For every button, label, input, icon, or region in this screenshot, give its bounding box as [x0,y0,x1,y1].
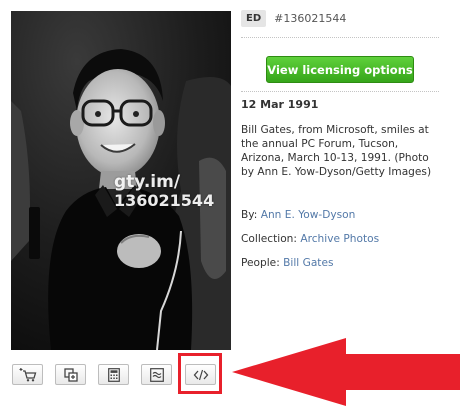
similar-images-button[interactable] [141,364,172,385]
price-calculator-button[interactable] [98,364,129,385]
watermark-id: 136021544 [114,191,215,210]
asset-id-row: ED #136021544 [241,8,439,29]
add-to-cart-icon [19,367,36,381]
similar-images-icon [149,367,164,382]
people-row: People: Bill Gates [241,257,334,269]
info-panel: ED #136021544 View licensing options 12 … [241,8,439,269]
add-to-cart-button[interactable] [12,364,43,385]
divider [241,91,439,92]
people-label: People: [241,257,280,269]
watermark-brand: gty.im/ [114,172,181,192]
collection-link[interactable]: Archive Photos [300,233,379,245]
photographer-link[interactable]: Ann E. Yow-Dyson [261,209,356,221]
photo[interactable]: gty.im/ 136021544 [11,11,231,350]
photo-date: 12 Mar 1991 [241,98,319,111]
people-link[interactable]: Bill Gates [283,257,333,269]
add-to-board-icon [63,367,78,382]
photo-caption: Bill Gates, from Microsoft, smiles at th… [241,124,432,178]
view-licensing-options-button[interactable]: View licensing options [266,56,414,83]
add-to-board-button[interactable] [55,364,86,385]
editorial-badge: ED [241,10,267,27]
red-arrow-annotation [232,338,460,406]
collection-row: Collection: Archive Photos [241,233,379,245]
photographer-row: By: Ann E. Yow-Dyson [241,209,355,221]
divider [241,37,439,38]
photographer-label: By: [241,209,258,221]
watermark: gty.im/ 136021544 [114,174,214,209]
collection-label: Collection: [241,233,297,245]
asset-id: #136021544 [274,12,347,25]
embed-highlight-box [178,353,222,394]
calculator-icon [107,367,120,382]
